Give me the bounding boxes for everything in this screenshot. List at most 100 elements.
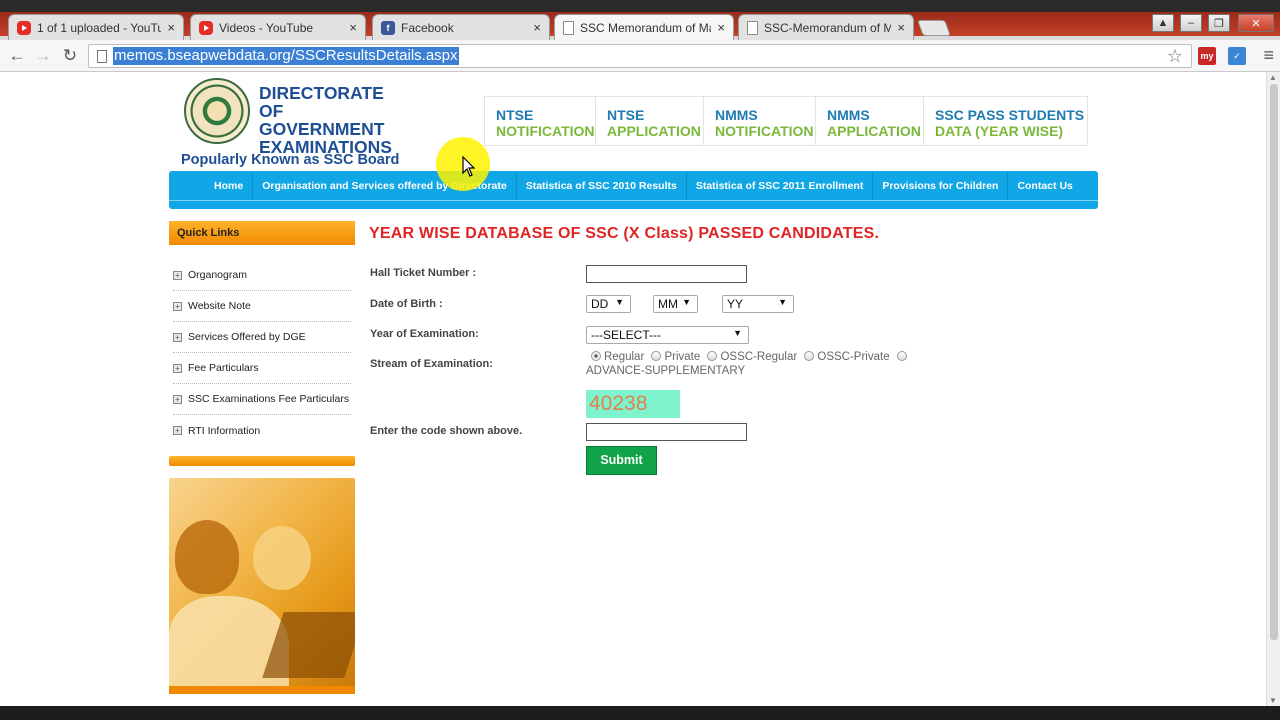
link-nmms-notification[interactable]: NMMS NOTIFICATION [704, 97, 816, 145]
reload-icon[interactable]: ↻ [59, 45, 81, 67]
year-of-exam-label: Year of Examination: [370, 328, 479, 340]
new-tab-button[interactable] [917, 20, 951, 36]
captcha-image: 40238 [586, 390, 680, 418]
radio-label: ADVANCE-SUPPLEMENTARY [586, 365, 746, 377]
link-line: NMMS [827, 107, 870, 123]
tab-1-of-1-uploaded[interactable]: 1 of 1 uploaded - YouTube × [8, 14, 184, 40]
menu-statistica-2010-results[interactable]: Statistica of SSC 2010 Results [517, 171, 687, 201]
youtube-icon [17, 20, 31, 35]
link-ntse-application[interactable]: NTSE APPLICATION [596, 97, 704, 145]
scroll-up-arrow-icon[interactable]: ▲ [1269, 73, 1277, 82]
captcha-code-input[interactable] [586, 423, 747, 441]
menu-contact-us[interactable]: Contact Us [1008, 171, 1081, 201]
link-nmms-application[interactable]: NMMS APPLICATION [816, 97, 924, 145]
menu-home[interactable]: Home [205, 171, 254, 201]
quick-link-label: Fee Particulars [188, 362, 259, 374]
year-of-exam-select[interactable]: ---SELECT--- ▼ [586, 326, 749, 344]
menu-statistica-2011-enrollment[interactable]: Statistica of SSC 2011 Enrollment [687, 171, 874, 201]
quick-link-ssc-exam-fee[interactable]: + SSC Examinations Fee Particulars [173, 384, 351, 415]
minimize-button[interactable]: – [1180, 14, 1202, 32]
scroll-down-arrow-icon[interactable]: ▼ [1269, 696, 1277, 705]
quick-link-label: Website Note [188, 300, 251, 312]
page-icon [747, 20, 758, 35]
myextension-icon[interactable]: my [1198, 47, 1216, 65]
dob-month-select[interactable]: MM ▼ [653, 295, 698, 313]
chrome-menu-icon[interactable]: ≡ [1263, 45, 1274, 66]
tab-close-icon[interactable]: × [167, 20, 175, 35]
page-scrollbar[interactable]: ▲ ▼ [1266, 72, 1280, 706]
tab-title: Facebook [401, 20, 454, 35]
link-ssc-pass-students-data[interactable]: SSC PASS STUDENTS DATA (YEAR WISE) [924, 97, 1087, 145]
stream-radio-group: Regular Private OSSC-Regular OSSC-Privat… [586, 350, 916, 378]
radio-ossc-regular[interactable] [707, 351, 718, 361]
students-photo [169, 478, 355, 694]
radio-advance-supplementary[interactable] [896, 351, 907, 361]
plus-box-icon: + [173, 301, 182, 311]
quick-link-website-note[interactable]: + Website Note [173, 291, 351, 322]
address-bar[interactable]: memos.bseapwebdata.org/SSCResultsDetails… [88, 44, 1192, 68]
menu-provisions-for-children[interactable]: Provisions for Children [873, 171, 1009, 201]
link-line: NOTIFICATION [715, 123, 814, 139]
dob-month-value: MM [658, 297, 678, 311]
quick-link-rti-information[interactable]: + RTI Information [173, 415, 351, 446]
radio-regular[interactable] [591, 351, 601, 361]
year-of-exam-value: ---SELECT--- [591, 328, 661, 342]
facebook-icon: f [381, 20, 395, 35]
forward-arrow-icon[interactable]: → [32, 45, 54, 67]
quick-link-organogram[interactable]: + Organogram [173, 260, 351, 291]
dob-year-select[interactable]: YY ▼ [722, 295, 794, 313]
tab-title: SSC-Memorandum of Marks [764, 20, 892, 35]
quick-link-label: Organogram [188, 269, 247, 281]
tab-ssc-memorandum-active[interactable]: SSC Memorandum of Marks × [554, 14, 734, 40]
quick-link-label: SSC Examinations Fee Particulars [188, 393, 350, 405]
link-line: DATA (YEAR WISE) [935, 123, 1064, 139]
plus-box-icon: + [173, 363, 182, 373]
tab-strip: 1 of 1 uploaded - YouTube × Videos - You… [0, 0, 1280, 40]
web-page: DIRECTORATE OF GOVERNMENT EXAMINATIONS P… [0, 72, 1266, 706]
plus-box-icon: + [173, 270, 182, 280]
browser-toolbar: ← → ↻ memos.bseapwebdata.org/SSCResultsD… [0, 40, 1280, 72]
close-window-button[interactable]: ✕ [1238, 14, 1274, 32]
bookmark-star-icon[interactable]: ☆ [1167, 46, 1183, 67]
extension-checkmark-icon[interactable]: ✓ [1228, 47, 1246, 65]
main-menu-bar: Home Organisation and Services offered b… [169, 171, 1098, 209]
plus-box-icon: + [173, 426, 182, 435]
profile-icon[interactable]: ▲ [1152, 14, 1174, 32]
tab-close-icon[interactable]: × [533, 20, 541, 35]
tab-ssc-memorandum[interactable]: SSC-Memorandum of Marks × [738, 14, 914, 40]
tagline: Popularly Known as SSC Board [181, 152, 400, 168]
tab-close-icon[interactable]: × [717, 20, 725, 35]
tab-videos-youtube[interactable]: Videos - YouTube × [190, 14, 366, 40]
plus-box-icon: + [173, 332, 182, 342]
tab-title: Videos - YouTube [219, 20, 314, 35]
link-line: NTSE [496, 107, 534, 123]
maximize-button[interactable]: ❐ [1208, 14, 1230, 32]
hall-ticket-input[interactable] [586, 265, 747, 283]
mouse-pointer-icon [462, 155, 476, 183]
back-arrow-icon[interactable]: ← [6, 45, 28, 67]
dropdown-arrow-icon: ▼ [615, 297, 624, 307]
quick-link-services-offered[interactable]: + Services Offered by DGE [173, 322, 351, 353]
tab-close-icon[interactable]: × [349, 20, 357, 35]
radio-ossc-private[interactable] [804, 351, 815, 361]
captcha-code-label: Enter the code shown above. [370, 425, 523, 437]
government-emblem-logo [184, 78, 250, 144]
url-text[interactable]: memos.bseapwebdata.org/SSCResultsDetails… [113, 47, 459, 65]
submit-button[interactable]: Submit [586, 446, 657, 475]
scrollbar-thumb[interactable] [1270, 84, 1278, 640]
link-line: APPLICATION [827, 123, 921, 139]
page-info-icon[interactable] [97, 50, 107, 63]
link-ntse-notification[interactable]: NTSE NOTIFICATION [485, 97, 596, 145]
dob-label: Date of Birth : [370, 298, 443, 310]
organization-name: DIRECTORATE OF GOVERNMENT EXAMINATIONS [259, 84, 399, 156]
tab-close-icon[interactable]: × [897, 20, 905, 35]
dropdown-arrow-icon: ▼ [682, 297, 691, 307]
quick-link-fee-particulars[interactable]: + Fee Particulars [173, 353, 351, 384]
org-name-line: DIRECTORATE [259, 83, 384, 103]
tab-title: SSC Memorandum of Marks [580, 20, 711, 35]
radio-private[interactable] [651, 351, 662, 361]
dropdown-arrow-icon: ▼ [733, 328, 742, 338]
tab-title: 1 of 1 uploaded - YouTube [37, 20, 162, 35]
tab-facebook[interactable]: f Facebook × [372, 14, 550, 40]
dob-day-select[interactable]: DD ▼ [586, 295, 631, 313]
